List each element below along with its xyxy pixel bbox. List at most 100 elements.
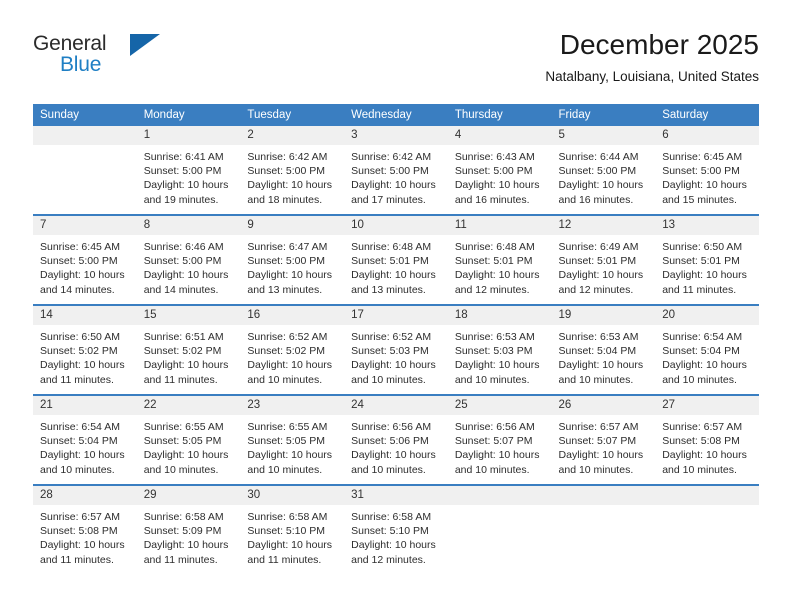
calendar-day-cell[interactable]: 4 Sunrise: 6:43 AM Sunset: 5:00 PM Daylight… — [447, 126, 552, 215]
calendar-day-cell[interactable]: 14 Sunrise: 6:50 AM Sunset: 5:02 PM Dayligh… — [33, 304, 137, 395]
daylight-text-line1: Daylight: 10 hours — [40, 449, 125, 462]
daylight-text-line1: Daylight: 10 hours — [662, 449, 747, 462]
sunset-text: Sunset: 5:00 PM — [558, 165, 637, 178]
calendar-day-cell[interactable]: 18 Sunrise: 6:53 AM Sunset: 5:03 PM Dayligh… — [447, 304, 552, 395]
day-number: 13 — [655, 216, 759, 235]
sunset-text: Sunset: 5:03 PM — [454, 345, 533, 358]
sunrise-text: Sunrise: 6:51 AM — [143, 331, 224, 343]
sun-details: Sunrise: 6:45 AM Sunset: 5:00 PM Daylight:… — [33, 235, 137, 297]
calendar-body: 1 Sunrise: 6:41 AM Sunset: 5:00 PM Daylight… — [33, 126, 759, 574]
day-number — [655, 486, 759, 505]
sunrise-text: Sunrise: 6:49 AM — [558, 241, 639, 253]
daylight-text-line2: and 10 minutes. — [662, 373, 737, 386]
sun-details: Sunrise: 6:56 AM Sunset: 5:07 PM Daylight:… — [448, 415, 552, 477]
weekday-header-sunday: Sunday — [33, 104, 137, 126]
calendar-day-cell[interactable]: 21 Sunrise: 6:54 AM Sunset: 5:04 PM Dayligh… — [33, 394, 137, 485]
sun-details: Sunrise: 6:49 AM Sunset: 5:01 PM Daylight:… — [552, 235, 656, 297]
daylight-text-line2: and 11 minutes. — [662, 283, 737, 296]
calendar-day-cell[interactable]: 29 Sunrise: 6:58 AM Sunset: 5:09 PM Dayligh… — [136, 484, 241, 574]
sunset-text: Sunset: 5:00 PM — [40, 255, 118, 268]
calendar-week-row: 21 Sunrise: 6:54 AM Sunset: 5:04 PM Dayligh… — [33, 394, 759, 485]
sun-details: Sunrise: 6:48 AM Sunset: 5:01 PM Daylight:… — [344, 235, 448, 297]
calendar-day-cell[interactable]: 22 Sunrise: 6:55 AM Sunset: 5:05 PM Dayligh… — [136, 394, 241, 485]
daylight-text-line1: Daylight: 10 hours — [662, 179, 747, 192]
title-block: December 2025 Natalbany, Louisiana, Unit… — [545, 28, 759, 86]
daylight-text-line2: and 11 minutes. — [40, 373, 114, 386]
sunrise-text: Sunrise: 6:41 AM — [143, 151, 224, 163]
daylight-text-line2: and 10 minutes. — [143, 463, 219, 476]
daylight-text-line2: and 12 minutes. — [351, 553, 426, 566]
sun-details: Sunrise: 6:55 AM Sunset: 5:05 PM Daylight:… — [240, 415, 344, 477]
sun-details: Sunrise: 6:57 AM Sunset: 5:08 PM Daylight:… — [655, 415, 759, 477]
calendar-day-cell[interactable]: 8 Sunrise: 6:46 AM Sunset: 5:00 PM Daylight… — [136, 214, 241, 305]
calendar-week-row: 14 Sunrise: 6:50 AM Sunset: 5:02 PM Dayligh… — [33, 304, 759, 395]
calendar-day-cell[interactable]: 31 Sunrise: 6:58 AM Sunset: 5:10 PM Dayligh… — [344, 484, 448, 574]
calendar-day-cell[interactable]: 9 Sunrise: 6:47 AM Sunset: 5:00 PM Daylight… — [240, 214, 345, 305]
sunset-text: Sunset: 5:02 PM — [247, 345, 326, 358]
daylight-text-line1: Daylight: 10 hours — [143, 179, 229, 192]
daylight-text-line2: and 11 minutes. — [143, 553, 218, 566]
calendar-day-cell[interactable]: 27 Sunrise: 6:57 AM Sunset: 5:08 PM Dayligh… — [655, 394, 759, 485]
calendar-day-cell[interactable]: 11 Sunrise: 6:48 AM Sunset: 5:01 PM Dayligh… — [447, 214, 552, 305]
sunrise-text: Sunrise: 6:55 AM — [143, 421, 224, 433]
sunset-text: Sunset: 5:01 PM — [351, 255, 429, 268]
daylight-text-line1: Daylight: 10 hours — [351, 179, 436, 192]
sunrise-text: Sunrise: 6:47 AM — [247, 241, 328, 253]
calendar-table: Sunday Monday Tuesday Wednesday Thursday Frid… — [33, 104, 759, 574]
calendar-day-cell[interactable]: 15 Sunrise: 6:51 AM Sunset: 5:02 PM Dayligh… — [136, 304, 241, 395]
calendar-day-cell[interactable]: 23 Sunrise: 6:55 AM Sunset: 5:05 PM Dayligh… — [240, 394, 345, 485]
calendar-cell-empty — [447, 484, 552, 574]
sunrise-text: Sunrise: 6:50 AM — [662, 241, 743, 253]
calendar-day-cell[interactable]: 19 Sunrise: 6:53 AM Sunset: 5:04 PM Dayligh… — [551, 304, 656, 395]
sunset-text: Sunset: 5:04 PM — [40, 435, 118, 448]
day-number: 14 — [33, 306, 137, 325]
calendar-day-cell[interactable]: 28 Sunrise: 6:57 AM Sunset: 5:08 PM Dayligh… — [33, 484, 137, 574]
calendar-day-cell[interactable]: 24 Sunrise: 6:56 AM Sunset: 5:06 PM Dayligh… — [344, 394, 448, 485]
daylight-text-line2: and 10 minutes. — [454, 463, 530, 476]
sun-details: Sunrise: 6:48 AM Sunset: 5:01 PM Daylight:… — [448, 235, 552, 297]
daylight-text-line2: and 10 minutes. — [40, 463, 115, 476]
sunrise-text: Sunrise: 6:43 AM — [454, 151, 535, 163]
day-number — [447, 486, 552, 505]
calendar-day-cell[interactable]: 5 Sunrise: 6:44 AM Sunset: 5:00 PM Daylight… — [551, 126, 656, 215]
sun-details: Sunrise: 6:42 AM Sunset: 5:00 PM Daylight:… — [240, 145, 344, 207]
calendar-day-cell[interactable]: 12 Sunrise: 6:49 AM Sunset: 5:01 PM Dayligh… — [551, 214, 656, 305]
calendar-day-cell[interactable]: 7 Sunrise: 6:45 AM Sunset: 5:00 PM Daylight… — [33, 214, 137, 305]
calendar-day-cell[interactable]: 2 Sunrise: 6:42 AM Sunset: 5:00 PM Daylight… — [240, 126, 345, 215]
calendar-day-cell[interactable]: 16 Sunrise: 6:52 AM Sunset: 5:02 PM Dayligh… — [240, 304, 345, 395]
calendar-day-cell[interactable]: 25 Sunrise: 6:56 AM Sunset: 5:07 PM Dayligh… — [447, 394, 552, 485]
calendar-day-cell[interactable]: 1 Sunrise: 6:41 AM Sunset: 5:00 PM Daylight… — [136, 126, 241, 215]
daylight-text-line1: Daylight: 10 hours — [143, 539, 229, 552]
calendar-day-cell[interactable]: 26 Sunrise: 6:57 AM Sunset: 5:07 PM Dayligh… — [551, 394, 656, 485]
daylight-text-line1: Daylight: 10 hours — [662, 269, 747, 282]
calendar-week-row: 28 Sunrise: 6:57 AM Sunset: 5:08 PM Dayligh… — [33, 484, 759, 574]
calendar-day-cell[interactable]: 30 Sunrise: 6:58 AM Sunset: 5:10 PM Dayligh… — [240, 484, 345, 574]
sunset-text: Sunset: 5:05 PM — [247, 435, 326, 448]
sun-details: Sunrise: 6:50 AM Sunset: 5:01 PM Daylight:… — [655, 235, 759, 297]
sun-details: Sunrise: 6:58 AM Sunset: 5:10 PM Daylight:… — [240, 505, 344, 567]
sunset-text: Sunset: 5:08 PM — [662, 435, 740, 448]
calendar-cell-empty — [551, 484, 656, 574]
calendar-day-cell[interactable]: 13 Sunrise: 6:50 AM Sunset: 5:01 PM Dayligh… — [655, 214, 759, 305]
sunrise-text: Sunrise: 6:52 AM — [351, 331, 432, 343]
sunset-text: Sunset: 5:10 PM — [351, 525, 429, 538]
calendar-day-cell[interactable]: 3 Sunrise: 6:42 AM Sunset: 5:00 PM Daylight… — [344, 126, 448, 215]
sun-details: Sunrise: 6:42 AM Sunset: 5:00 PM Daylight:… — [344, 145, 448, 207]
day-number: 23 — [240, 396, 345, 415]
calendar-day-cell[interactable]: 17 Sunrise: 6:52 AM Sunset: 5:03 PM Dayligh… — [344, 304, 448, 395]
daylight-text-line2: and 10 minutes. — [247, 373, 323, 386]
daylight-text-line2: and 19 minutes. — [143, 193, 219, 206]
sun-details: Sunrise: 6:52 AM Sunset: 5:02 PM Daylight:… — [240, 325, 344, 387]
sunset-text: Sunset: 5:00 PM — [143, 255, 222, 268]
calendar-day-cell[interactable]: 10 Sunrise: 6:48 AM Sunset: 5:01 PM Dayligh… — [344, 214, 448, 305]
daylight-text-line2: and 10 minutes. — [454, 373, 530, 386]
sun-details: Sunrise: 6:51 AM Sunset: 5:02 PM Daylight:… — [137, 325, 241, 387]
sunrise-text: Sunrise: 6:52 AM — [247, 331, 328, 343]
day-number: 3 — [344, 126, 448, 145]
sunrise-text: Sunrise: 6:56 AM — [351, 421, 432, 433]
day-number: 28 — [33, 486, 137, 505]
calendar-day-cell[interactable]: 6 Sunrise: 6:45 AM Sunset: 5:00 PM Daylight… — [655, 126, 759, 215]
calendar-week-row: 7 Sunrise: 6:45 AM Sunset: 5:00 PM Daylight… — [33, 214, 759, 305]
daylight-text-line1: Daylight: 10 hours — [454, 179, 540, 192]
calendar-day-cell[interactable]: 20 Sunrise: 6:54 AM Sunset: 5:04 PM Dayligh… — [655, 304, 759, 395]
